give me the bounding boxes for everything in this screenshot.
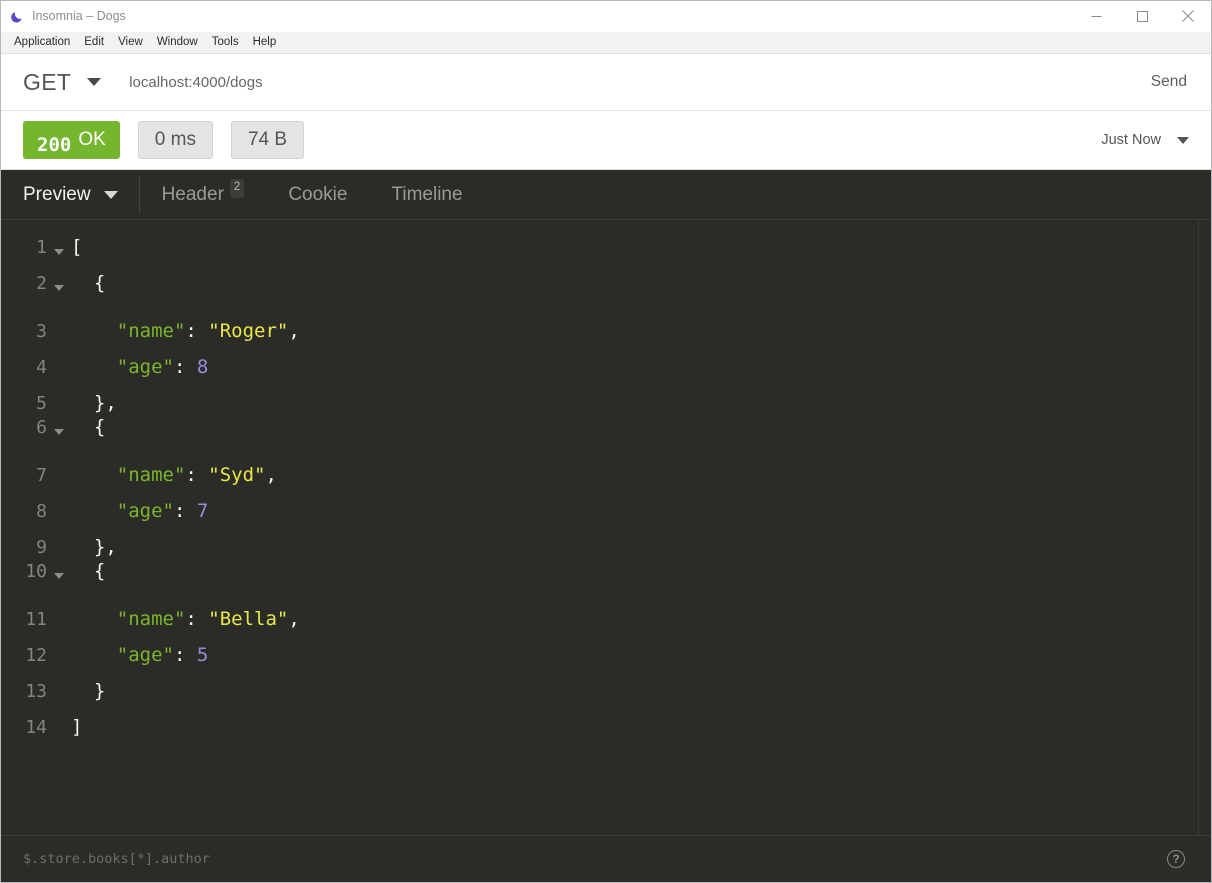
question-mark-icon[interactable]: ? <box>1167 850 1185 868</box>
insomnia-moon-logo-icon <box>10 9 25 24</box>
code-line-content: "name": "Roger", <box>116 320 300 342</box>
line-number: 8 <box>36 501 47 522</box>
chevron-down-icon <box>103 190 118 199</box>
send-button[interactable]: Send <box>1133 73 1211 91</box>
code-line-content: "name": "Syd", <box>116 464 277 486</box>
tab-timeline-label: Timeline <box>391 183 463 205</box>
menu-bar: Application Edit View Window Tools Help <box>1 32 1211 54</box>
response-history-dropdown[interactable]: Just Now <box>1101 132 1211 148</box>
window-controls <box>1073 1 1211 31</box>
line-number: 11 <box>25 609 47 630</box>
response-body-viewer[interactable]: 1[2 {3 "name": "Roger", 4 "age": 85 }, 6 {… <box>1 220 1211 835</box>
jsonpath-filter-input[interactable] <box>23 851 1167 867</box>
fold-arrow-icon[interactable] <box>47 270 71 306</box>
code-line-content: { <box>71 560 106 582</box>
line-number: 7 <box>36 465 47 486</box>
code-line-content: { <box>71 272 106 294</box>
line-number: 2 <box>36 273 47 294</box>
code-line-content: [ <box>71 236 83 258</box>
method-label: GET <box>23 68 72 95</box>
tab-cookie[interactable]: Cookie <box>266 170 369 219</box>
response-time-badge[interactable]: 0 ms <box>137 121 213 159</box>
title-bar-left: Insomnia – Dogs <box>1 9 1073 24</box>
line-number: 1 <box>36 237 47 258</box>
response-pane: Preview Header 2 Cookie Timeline 1[2 {3 … <box>1 170 1211 882</box>
code-line-content: ] <box>71 716 83 738</box>
minimize-icon[interactable] <box>1073 1 1119 31</box>
status-code-badge[interactable]: 200 OK <box>23 121 120 159</box>
tab-preview-label: Preview <box>23 183 91 205</box>
maximize-icon[interactable] <box>1119 1 1165 31</box>
code-line-content: "age": 8 <box>116 356 209 378</box>
close-icon[interactable] <box>1165 1 1211 31</box>
status-code: 200 <box>37 133 72 156</box>
line-number: 14 <box>25 717 47 738</box>
title-bar: Insomnia – Dogs <box>1 1 1211 32</box>
line-number: 3 <box>36 321 47 342</box>
code-line: 10 { <box>1 553 1211 589</box>
fold-arrow-icon[interactable] <box>47 414 71 450</box>
code-line-content: "name": "Bella", <box>116 608 300 630</box>
status-tag-group: 200 OK 0 ms 74 B <box>1 121 305 159</box>
header-count-badge: 2 <box>229 179 245 198</box>
insomnia-window: Insomnia – Dogs Application Edit View Wi… <box>0 0 1212 883</box>
fold-arrow-icon[interactable] <box>47 558 71 594</box>
menu-item-help[interactable]: Help <box>246 35 284 50</box>
code-line-content: "age": 7 <box>116 500 209 522</box>
menu-item-edit[interactable]: Edit <box>77 35 111 50</box>
window-title: Insomnia – Dogs <box>32 9 126 23</box>
response-tab-bar: Preview Header 2 Cookie Timeline <box>1 170 1211 220</box>
code-line: 7 "name": "Syd", <box>1 445 1211 486</box>
chevron-down-icon <box>1177 136 1189 144</box>
tab-preview[interactable]: Preview <box>1 170 140 219</box>
code-line: 11 "name": "Bella", <box>1 589 1211 630</box>
pane-right-edge <box>1199 220 1211 835</box>
request-url-bar: GET localhost:4000/dogs Send <box>1 54 1211 111</box>
tab-cookie-label: Cookie <box>288 183 348 205</box>
line-number: 6 <box>36 417 47 438</box>
menu-item-application[interactable]: Application <box>7 35 77 50</box>
code-line-content: { <box>71 416 106 438</box>
code-lines: 1[2 {3 "name": "Roger", 4 "age": 85 }, 6 {… <box>1 220 1211 835</box>
response-size-badge[interactable]: 74 B <box>230 121 305 159</box>
code-line-content: "age": 5 <box>116 644 209 666</box>
response-status-bar: 200 OK 0 ms 74 B Just Now <box>1 111 1211 170</box>
code-line: 2 { <box>1 265 1211 301</box>
method-dropdown[interactable]: GET <box>1 68 102 96</box>
chevron-down-icon <box>87 78 102 86</box>
line-number: 10 <box>25 561 47 582</box>
code-line: 1[ <box>1 229 1211 265</box>
code-line-content: } <box>71 680 106 702</box>
tab-header-label: Header <box>161 183 224 205</box>
url-input[interactable]: localhost:4000/dogs <box>129 74 1133 91</box>
response-history-label: Just Now <box>1101 132 1161 148</box>
line-number: 12 <box>25 645 47 666</box>
menu-item-view[interactable]: View <box>111 35 150 50</box>
code-line: 6 { <box>1 409 1211 445</box>
menu-item-window[interactable]: Window <box>150 35 205 50</box>
response-filter-bar: ? <box>1 835 1211 882</box>
line-number: 13 <box>25 681 47 702</box>
tab-header[interactable]: Header 2 <box>140 170 267 219</box>
status-phrase: OK <box>78 129 106 150</box>
tab-timeline[interactable]: Timeline <box>369 170 484 219</box>
code-line: 3 "name": "Roger", <box>1 301 1211 342</box>
line-number: 4 <box>36 357 47 378</box>
fold-arrow-icon[interactable] <box>47 234 71 270</box>
menu-item-tools[interactable]: Tools <box>205 35 246 50</box>
